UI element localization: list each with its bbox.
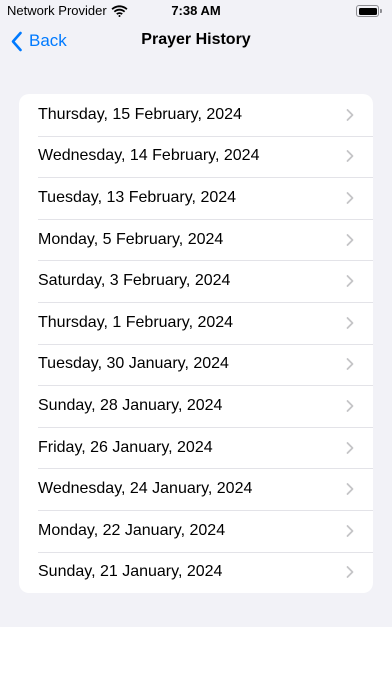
- list-item-label: Wednesday, 14 February, 2024: [38, 147, 260, 165]
- chevron-right-icon: [346, 316, 354, 329]
- chevron-right-icon: [346, 150, 354, 163]
- chevron-right-icon: [346, 275, 354, 288]
- list-item[interactable]: Tuesday, 13 February, 2024: [19, 177, 373, 219]
- battery-fill: [358, 7, 377, 15]
- page-title: Prayer History: [141, 31, 251, 48]
- chevron-right-icon: [346, 358, 354, 371]
- list-item-label: Monday, 22 January, 2024: [38, 521, 226, 539]
- chevron-right-icon: [346, 400, 354, 412]
- list-item-label: Tuesday, 13 February, 2024: [38, 188, 237, 206]
- list-item-label: Thursday, 1 February, 2024: [38, 313, 234, 331]
- status-bar: Network Provider 7:38 AM: [0, 0, 392, 22]
- list-item-label: Monday, 5 February, 2024: [38, 230, 224, 248]
- list-item[interactable]: Monday, 22 January, 2024: [19, 509, 373, 552]
- chevron-right-icon: [346, 524, 354, 537]
- list-item-label: Tuesday, 30 January, 2024: [38, 355, 229, 373]
- chevron-right-icon: [346, 566, 354, 579]
- list-item-label: Thursday, 15 February, 2024: [38, 105, 242, 123]
- history-list: Thursday, 15 February, 2024 Wednesday, 1…: [19, 94, 373, 594]
- list-item[interactable]: Thursday, 15 February, 2024: [19, 94, 373, 136]
- battery-tip: [380, 9, 382, 13]
- list-item[interactable]: Sunday, 21 January, 2024: [19, 551, 373, 594]
- list-item[interactable]: Wednesday, 24 January, 2024: [19, 468, 373, 510]
- chevron-right-icon: [346, 233, 354, 246]
- list-item-label: Sunday, 28 January, 2024: [38, 396, 223, 414]
- chevron-right-icon: [346, 108, 354, 121]
- battery-body: [356, 5, 379, 17]
- chevron-right-icon: [346, 192, 354, 204]
- status-time: 7:38 AM: [171, 3, 221, 18]
- list-item[interactable]: Friday, 26 January, 2024: [19, 426, 373, 469]
- list-item-label: Friday, 26 January, 2024: [38, 438, 213, 456]
- list-item[interactable]: Sunday, 28 January, 2024: [19, 385, 373, 427]
- list-item[interactable]: Tuesday, 30 January, 2024: [19, 343, 373, 386]
- list-item-label: Sunday, 21 January, 2024: [38, 563, 223, 581]
- navigation-bar: Back Prayer History: [0, 22, 392, 62]
- list-item-label: Wednesday, 24 January, 2024: [38, 480, 253, 498]
- list-item[interactable]: Thursday, 1 February, 2024: [19, 301, 373, 344]
- screen: Network Provider 7:38 AM Back Prayer His…: [0, 0, 392, 696]
- battery-icon: [356, 5, 382, 17]
- list-item[interactable]: Wednesday, 14 February, 2024: [19, 135, 373, 178]
- chevron-right-icon: [346, 483, 354, 496]
- chevron-right-icon: [346, 441, 354, 454]
- list-item-label: Saturday, 3 February, 2024: [38, 272, 231, 290]
- list-item[interactable]: Monday, 5 February, 2024: [19, 218, 373, 261]
- list-item[interactable]: Saturday, 3 February, 2024: [19, 260, 373, 302]
